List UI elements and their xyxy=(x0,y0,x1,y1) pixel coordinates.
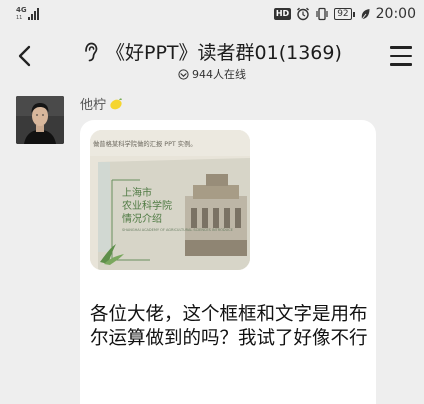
message-text: 各位大佬，这个框框和文字是用布尔运算做到的吗？我试了好像不行 xyxy=(90,304,368,349)
chat-header: 《好PPT》读者群01(1369) 944人在线 xyxy=(0,30,424,86)
status-icons: HD 92 20:00 xyxy=(273,5,416,23)
card-line-3: 情况介绍 xyxy=(122,212,162,225)
avatar[interactable] xyxy=(16,96,64,144)
hd-voice-icon: HD xyxy=(273,8,292,20)
sender-name-label: 他柠 xyxy=(80,98,107,113)
clock: 20:00 xyxy=(375,6,416,22)
online-count-label: 944人在线 xyxy=(192,68,246,81)
vibrate-icon xyxy=(316,7,328,21)
lemon-icon xyxy=(110,98,123,110)
leaf-icon xyxy=(360,8,370,21)
slide-photo: 做普格某科学院做的汇报 PPT 实例。 上海市 农业科学院 情况介绍 SHANG… xyxy=(90,130,250,270)
ear-icon[interactable] xyxy=(80,41,100,63)
message-bubble[interactable]: 做普格某科学院做的汇报 PPT 实例。 上海市 农业科学院 情况介绍 SHANG… xyxy=(80,120,376,404)
online-count: 944人在线 xyxy=(178,66,246,82)
card-subtitle: SHANGHAI ACADEMY OF AGRICULTURAL SCIENCE… xyxy=(122,228,233,232)
battery-level: 92 xyxy=(334,8,352,20)
signal-bars-icon xyxy=(28,8,39,20)
battery-icon: 92 xyxy=(334,8,355,20)
message-image[interactable]: 做普格某科学院做的汇报 PPT 实例。 上海市 农业科学院 情况介绍 SHANG… xyxy=(90,130,250,270)
online-status-icon xyxy=(178,68,189,80)
network-type: 4G xyxy=(16,6,27,14)
alarm-icon xyxy=(297,7,310,21)
chat-title-row[interactable]: 《好PPT》读者群01(1369) xyxy=(80,38,342,65)
status-bar: 4G 11 HD 92 20:00 xyxy=(0,0,424,30)
sender-name[interactable]: 他柠 xyxy=(80,94,123,113)
network-sub: 11 xyxy=(16,15,23,21)
menu-icon[interactable] xyxy=(390,46,412,66)
chat-title: 《好PPT》读者群01(1369) xyxy=(106,42,342,64)
back-arrow-icon[interactable] xyxy=(14,44,38,68)
avatar-photo xyxy=(16,96,64,144)
card-line-2: 农业科学院 xyxy=(122,199,172,212)
photo-header-text: 做普格某科学院做的汇报 PPT 实例。 xyxy=(93,139,197,148)
card-line-1: 上海市 xyxy=(122,186,152,199)
